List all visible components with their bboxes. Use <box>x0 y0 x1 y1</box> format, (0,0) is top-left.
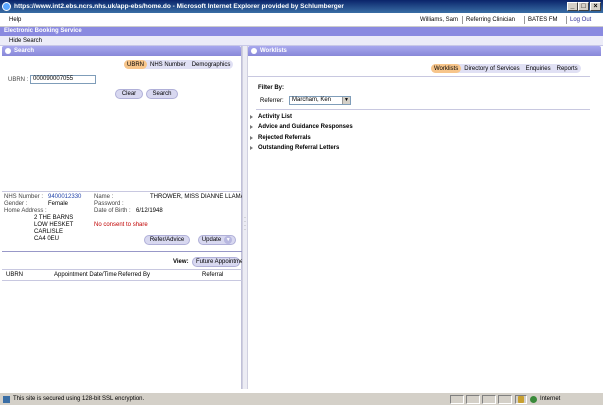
referrer-select[interactable]: Marcham, Ken ▼ <box>289 96 351 105</box>
chevron-down-icon[interactable]: ▼ <box>224 236 233 244</box>
divider <box>256 109 590 110</box>
col-ubrn[interactable]: UBRN <box>6 272 23 278</box>
triangle-right-icon <box>250 146 253 150</box>
user-name: Williams, Sam <box>420 17 459 23</box>
minimize-button[interactable]: _ <box>567 2 578 11</box>
referrer-value: Marcham, Ken <box>292 97 332 103</box>
ubrn-label: UBRN : <box>8 77 29 83</box>
filter-title: Filter By: <box>258 85 285 91</box>
worklists-tabs: Worklists Directory of Services Enquirie… <box>431 64 581 73</box>
close-button[interactable]: × <box>590 2 601 11</box>
page-icon <box>3 396 10 403</box>
worklists-panel-title: Worklists <box>260 48 287 54</box>
divider <box>248 76 590 77</box>
tab-reports[interactable]: Reports <box>554 64 581 73</box>
worklists-panel-header: Worklists <box>248 46 601 56</box>
hide-search-link[interactable]: Hide Search <box>9 38 42 44</box>
app-name: Electronic Booking Service <box>4 28 82 34</box>
status-text: This site is secured using 128-bit SSL e… <box>13 396 145 402</box>
worklist-item[interactable]: Outstanding Referral Letters <box>250 145 450 153</box>
update-button[interactable]: Update ▼ <box>198 235 236 245</box>
ubrn-input[interactable]: 000090007055 <box>30 75 96 84</box>
status-cell <box>498 395 512 404</box>
tab-nhs-number[interactable]: NHS Number <box>147 60 189 69</box>
user-role: Referring Clinician <box>466 17 516 23</box>
search-button[interactable]: Search <box>146 89 178 99</box>
tab-enquiries[interactable]: Enquiries <box>523 64 554 73</box>
dob-value: 6/12/1948 <box>136 208 163 214</box>
tab-worklists[interactable]: Worklists <box>431 64 462 73</box>
address-line: CA4 0EU <box>34 236 60 242</box>
password-label: Password : <box>94 201 124 207</box>
internet-explorer-icon <box>2 2 11 11</box>
worklist-item[interactable]: Activity List <box>250 114 450 122</box>
maximize-button[interactable]: □ <box>578 2 589 11</box>
patient-name: THROWER, MISS DIANNE LLAMA <box>150 194 245 200</box>
chevron-down-icon[interactable]: ▼ <box>342 97 350 104</box>
separator <box>462 16 463 24</box>
menu-bar: Help Williams, Sam Referring Clinician B… <box>0 13 603 27</box>
address-line: 2 THE BARNS <box>34 215 74 221</box>
triangle-right-icon <box>250 125 253 129</box>
dob-label: Date of Birth : <box>94 208 131 214</box>
collapse-icon[interactable] <box>5 48 11 54</box>
lock-icon[interactable] <box>518 396 524 403</box>
gender-value: Female <box>48 201 69 207</box>
search-panel-header: Search <box>2 46 241 56</box>
refer-advice-button[interactable]: Refer/Advice <box>144 235 190 245</box>
divider <box>2 269 242 270</box>
status-cell <box>450 395 464 404</box>
worklist-item-label: Activity List <box>258 114 293 120</box>
window-title-bar: https://www.int2.ebs.ncrs.nhs.uk/app-ebs… <box>0 0 603 13</box>
update-label: Update <box>201 237 222 243</box>
divider <box>2 191 242 192</box>
separator <box>524 16 525 24</box>
search-tabs: UBRN NHS Number Demographics <box>124 60 234 69</box>
worklist-item-label: Rejected Referrals <box>258 135 311 141</box>
logout-link[interactable]: Log Out <box>570 17 591 23</box>
name-label: Name : <box>94 194 114 200</box>
search-panel-title: Search <box>14 48 35 54</box>
status-cell <box>466 395 480 404</box>
divider <box>2 280 242 281</box>
address-line: CARLISLE <box>34 229 64 235</box>
consent-warning: No consent to share <box>94 222 148 228</box>
security-zone: Internet <box>540 396 561 402</box>
clear-button[interactable]: Clear <box>115 89 143 99</box>
nhs-number-label: NHS Number : <box>4 194 44 200</box>
worklists-panel: Worklists Worklists Directory of Service… <box>248 46 601 389</box>
worklist-item[interactable]: Advice and Guidance Responses <box>250 124 450 132</box>
col-referred-by[interactable]: Referred By <box>118 272 150 278</box>
tab-demographics[interactable]: Demographics <box>189 60 234 69</box>
col-referral[interactable]: Referral <box>202 272 223 278</box>
user-site: BATES FM <box>528 17 558 23</box>
hide-search-bar: Hide Search <box>0 36 603 46</box>
triangle-right-icon <box>250 115 253 119</box>
gender-label: Gender : <box>4 201 28 207</box>
status-cell <box>482 395 496 404</box>
triangle-right-icon <box>250 136 253 140</box>
app-title-band: Electronic Booking Service <box>0 27 603 36</box>
worklist-item-label: Outstanding Referral Letters <box>258 145 340 151</box>
view-select[interactable]: Future Appointments <box>192 257 251 267</box>
nhs-number-link[interactable]: 9400012330 <box>48 194 81 200</box>
help-menu[interactable]: Help <box>9 17 21 23</box>
home-address-label: Home Address : <box>4 208 47 214</box>
referrer-label: Referrer: <box>260 98 284 104</box>
globe-icon <box>530 396 537 403</box>
view-label: View: <box>173 259 189 265</box>
splitter-grip[interactable]: · · · · <box>244 215 246 233</box>
window-title: https://www.int2.ebs.ncrs.nhs.uk/app-ebs… <box>14 3 344 10</box>
col-appointment-date[interactable]: Appointment Date/Time <box>54 272 117 278</box>
tab-ubrn[interactable]: UBRN <box>124 60 148 69</box>
status-bar: This site is secured using 128-bit SSL e… <box>0 392 603 405</box>
search-panel: Search UBRN NHS Number Demographics UBRN… <box>2 46 251 389</box>
separator <box>566 16 567 24</box>
worklist-item-label: Advice and Guidance Responses <box>258 124 353 130</box>
worklist-item[interactable]: Rejected Referrals <box>250 135 450 143</box>
divider <box>2 251 242 252</box>
collapse-icon[interactable] <box>251 48 257 54</box>
address-line: LOW HESKET <box>34 222 74 228</box>
tab-directory-of-services[interactable]: Directory of Services <box>461 64 522 73</box>
